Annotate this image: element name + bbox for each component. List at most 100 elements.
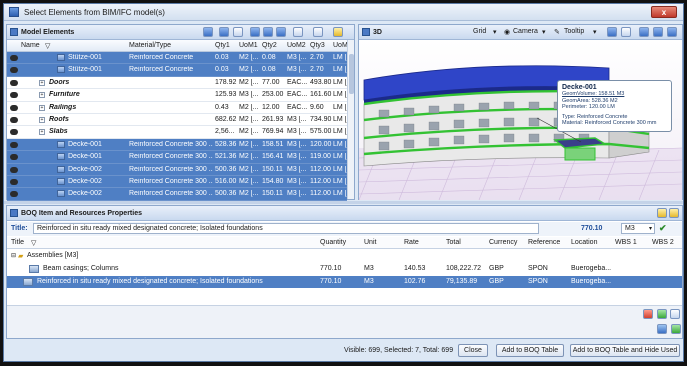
col-reference[interactable]: Reference — [528, 239, 560, 246]
col-wbs2[interactable]: WBS 2 — [652, 239, 674, 246]
expand-icon[interactable] — [233, 27, 243, 37]
delete-icon[interactable] — [643, 309, 653, 319]
hide-icon[interactable] — [263, 27, 273, 37]
hide-all-icon[interactable] — [653, 27, 663, 37]
col-title[interactable]: Title — [11, 239, 24, 246]
model-row[interactable]: + Slabs 2,56... M2 [... 769.94 M3 [... 575.00 L… — [7, 126, 347, 139]
tooltip-dropdown-icon[interactable]: ▾ — [593, 28, 597, 36]
col-uom2[interactable]: UoM2 — [287, 42, 306, 49]
model-row[interactable]: Decke-001 Reinforced Concrete 300 ... 528.… — [7, 138, 347, 152]
select-dropdown-icon[interactable] — [293, 27, 303, 37]
panel-splitter[interactable] — [4, 201, 683, 204]
col-qty3[interactable]: Qty3 — [310, 42, 325, 49]
expand-icon[interactable]: + — [39, 104, 45, 111]
filter-icon[interactable] — [219, 27, 229, 37]
visibility-eye-icon[interactable] — [10, 104, 18, 111]
visibility-eye-icon[interactable] — [10, 191, 18, 198]
screenshot-icon[interactable] — [621, 27, 631, 37]
model-scrollbar[interactable] — [347, 40, 354, 199]
visibility-eye-icon[interactable] — [10, 67, 18, 74]
refresh-icon[interactable] — [203, 27, 213, 37]
add-item-icon[interactable] — [671, 324, 681, 334]
boq-row-rate: 102.76 — [404, 278, 426, 285]
col-rate[interactable]: Rate — [404, 239, 419, 246]
close-button[interactable]: Close — [458, 344, 488, 357]
visibility-eye-icon[interactable] — [10, 166, 18, 173]
col-uom1[interactable]: UoM1 — [239, 42, 258, 49]
visibility-eye-icon[interactable] — [10, 55, 18, 61]
grid-menu[interactable]: Grid — [473, 28, 486, 35]
model-row[interactable]: Decke-001 Reinforced Concrete 300 ... 521.… — [7, 151, 347, 164]
model-row[interactable]: Decke-002 Reinforced Concrete 300 ... 500.… — [7, 163, 347, 176]
unit-select[interactable]: M3 ▾ — [621, 223, 655, 234]
col-total[interactable]: Total — [446, 239, 461, 246]
3d-viewport[interactable]: Decke-001 GeomVolume: 158.51 M3 GeomArea… — [359, 40, 682, 200]
title-input[interactable]: Reinforced in situ ready mixed designate… — [33, 223, 539, 234]
group-dropdown-icon[interactable] — [313, 27, 323, 37]
model-row[interactable]: Decke-002 Reinforced Concrete 300 ... 516.… — [7, 176, 347, 189]
expand-icon[interactable]: + — [39, 117, 45, 123]
visibility-eye-icon[interactable] — [10, 92, 18, 99]
visibility-eye-icon[interactable] — [10, 79, 18, 86]
col-location[interactable]: Location — [571, 239, 597, 246]
visibility-eye-icon[interactable] — [10, 179, 18, 185]
boq-footer — [7, 305, 682, 338]
col-wbs1[interactable]: WBS 1 — [615, 239, 637, 246]
color-icon[interactable] — [333, 27, 343, 37]
filter-funnel-icon[interactable]: ▽ — [45, 42, 50, 50]
isolate-icon[interactable] — [276, 27, 286, 37]
zoom-fit-icon[interactable] — [607, 27, 617, 37]
boq-row-quantity: 770.10 — [320, 265, 342, 272]
model-row[interactable]: + Railings 0.43 M2 [...12.00 EAC...9.60 LM [.… — [7, 102, 347, 114]
collapse-icon[interactable]: ⊟ — [11, 252, 16, 259]
col-name[interactable]: Name — [21, 42, 40, 49]
col-material[interactable]: Material/Type — [129, 42, 171, 49]
model-row[interactable]: + Furniture 125.93 M3 [... 253.00 EAC... 161.6… — [7, 89, 347, 102]
uom1: M2 [... — [239, 178, 259, 185]
expand-icon[interactable]: + — [39, 92, 45, 99]
model-row[interactable]: Stütze-001 Reinforced Concrete 0.03 M2 [...… — [7, 52, 347, 65]
add-to-boq-and-hide-button[interactable]: Add to BOQ Table and Hide Used — [570, 344, 680, 357]
expand-icon[interactable]: + — [39, 79, 45, 86]
uom1: M2 [... — [239, 128, 259, 136]
model-row[interactable]: + Doors 178.92 M2 [... 77.00 EAC... 493.80 LM [… — [7, 77, 347, 90]
expand-icon[interactable]: + — [39, 129, 45, 136]
confirm-check-icon[interactable]: ✔ — [659, 224, 669, 234]
visibility-eye-icon[interactable] — [10, 154, 18, 161]
camera-menu[interactable]: Camera — [513, 28, 538, 35]
visibility-eye-icon[interactable] — [10, 117, 18, 123]
boq-row[interactable]: Beam casings; Columns 770.10 M3 140.53 108,2… — [7, 263, 682, 275]
model-row[interactable]: Decke-002 Reinforced Concrete 300 ... 500.… — [7, 188, 347, 201]
resource-list-icon[interactable] — [670, 309, 680, 319]
scroll-thumb[interactable] — [349, 54, 354, 94]
model-row[interactable]: + Roofs 682.62 M2 [... 261.93 M3 [... 734.90 LM… — [7, 114, 347, 127]
qty1: 521.36 — [215, 153, 237, 161]
close-window-button[interactable]: x — [651, 6, 677, 18]
show-all-icon[interactable] — [639, 27, 649, 37]
visibility-eye-icon[interactable] — [10, 129, 18, 136]
grid-dropdown-icon[interactable]: ▾ — [493, 28, 497, 36]
model-row[interactable]: Stütze-001 Reinforced Concrete 0.03 M2 [...… — [7, 64, 347, 77]
col-currency[interactable]: Currency — [489, 239, 517, 246]
folder-icon: ▰ — [18, 253, 24, 260]
boq-filter-icon[interactable]: ▽ — [31, 239, 36, 247]
uom2: M3 [... — [287, 128, 307, 136]
boq-row[interactable]: Reinforced in situ ready mixed designate… — [7, 276, 682, 288]
col-unit[interactable]: Unit — [364, 239, 376, 246]
col-qty2[interactable]: Qty2 — [262, 42, 277, 49]
boq-collapse-icon[interactable] — [657, 208, 667, 218]
camera-dropdown-icon[interactable]: ▾ — [542, 28, 546, 36]
qty2: 77.00 — [262, 78, 280, 86]
col-quantity[interactable]: Quantity — [320, 239, 346, 246]
show-icon[interactable] — [250, 27, 260, 37]
element-tooltip: Decke-001 GeomVolume: 158.51 M3 GeomArea… — [557, 80, 672, 132]
assembly-row[interactable]: ⊟ ▰ Assemblies [M3] — [7, 250, 682, 262]
col-qty1[interactable]: Qty1 — [215, 42, 230, 49]
save-icon[interactable] — [657, 324, 667, 334]
add-resource-icon[interactable] — [657, 309, 667, 319]
visibility-eye-icon[interactable] — [10, 141, 18, 148]
boq-pin-icon[interactable] — [669, 208, 679, 218]
add-to-boq-button[interactable]: Add to BOQ Table — [496, 344, 564, 357]
tooltip-menu[interactable]: Tooltip — [564, 28, 584, 35]
isolate-view-icon[interactable] — [667, 27, 677, 37]
